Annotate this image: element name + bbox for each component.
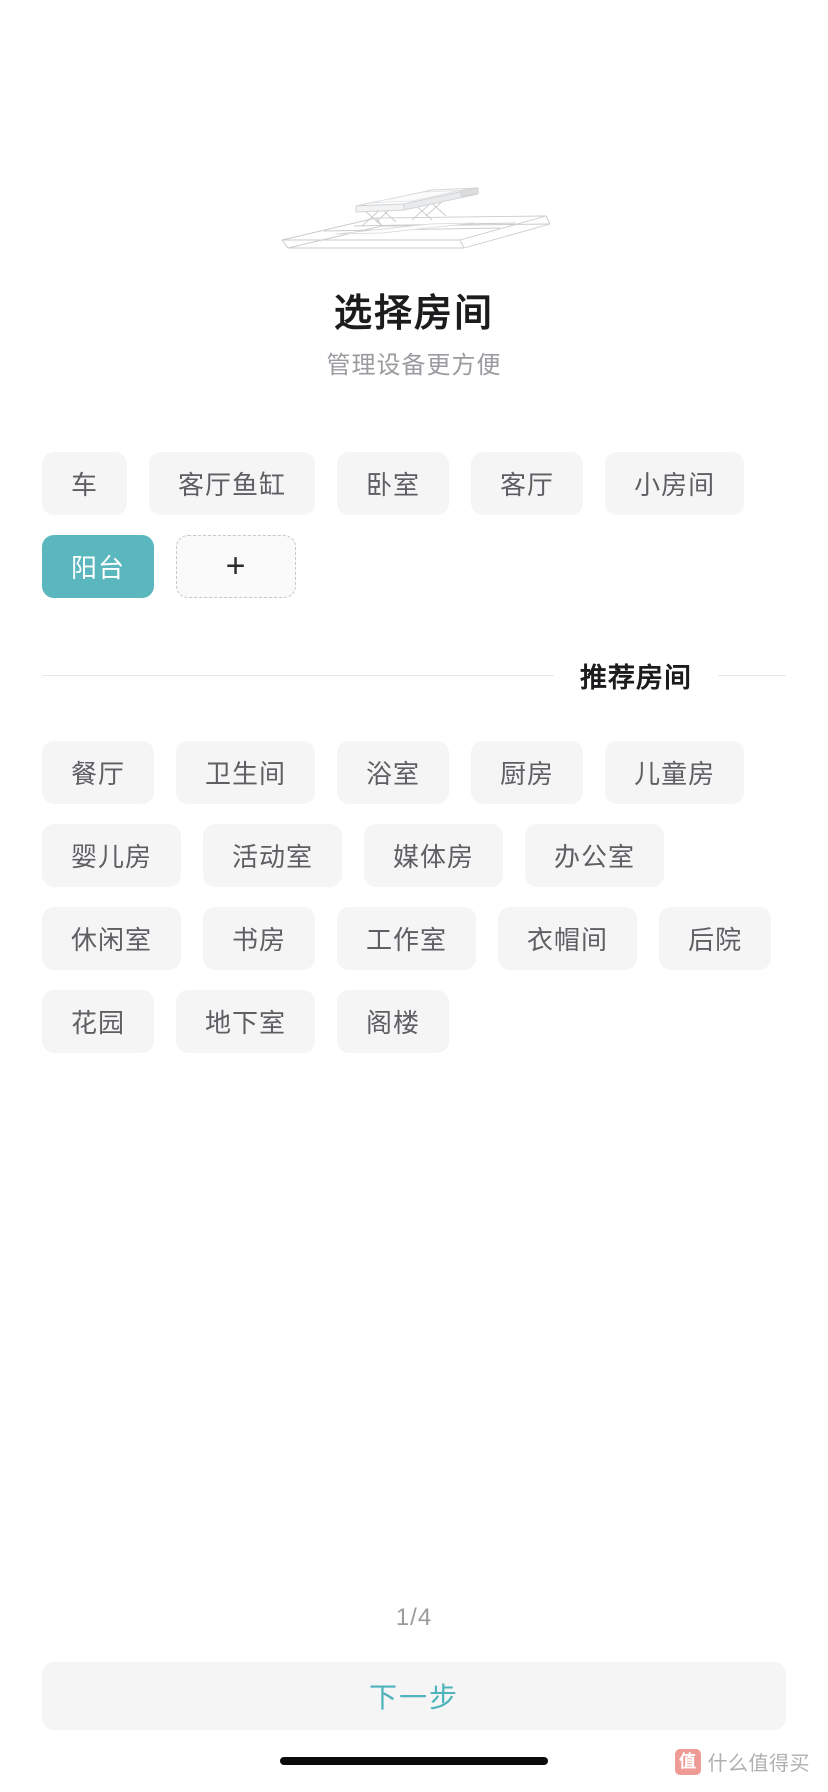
room-chip-label: 休闲室 [71,925,153,956]
room-chip-label: 婴儿房 [71,842,153,873]
room-chip-label: 后院 [688,925,743,956]
room-chip[interactable]: 客厅 [471,452,584,516]
next-button-container: 下一步 [0,1662,828,1730]
room-chip-label: 书房 [232,925,287,956]
my-rooms-section: 车 客厅鱼缸 卧室 客厅 小房间阳台 + [0,452,828,599]
room-chip[interactable]: 阳台 [42,535,155,599]
room-chip-label: 车 [71,470,99,501]
room-chip-label: 客厅 [500,470,555,501]
room-chip-label: 阳台 [71,553,126,584]
room-chip[interactable]: 地下室 [176,990,316,1054]
room-selection-screen: 选择房间 管理设备更方便 车 客厅鱼缸 卧室 客厅 小房间阳台 + 推荐房间 餐厅 卫生间 浴… [0,0,828,1792]
room-chip-label: 工作室 [366,925,448,956]
room-chip[interactable]: 办公室 [525,824,665,888]
room-chip[interactable]: 休闲室 [42,907,182,971]
room-chip[interactable]: 阁楼 [337,990,450,1054]
room-chip[interactable]: 车 [42,452,128,516]
watermark: 值 什么值得买 [674,1747,811,1776]
room-chip-label: 餐厅 [71,759,126,790]
recommended-section-label: 推荐房间 [580,663,692,694]
divider-rule-left [42,675,554,677]
room-chip[interactable]: 后院 [659,907,772,971]
recommended-chip-list: 餐厅 卫生间 浴室 厨房 儿童房婴儿房 活动室 媒体房 办公室休闲室 书房 工作室 衣帽间 后院花园 地… [42,741,786,1054]
clothes-drying-rack-icon [281,187,551,249]
room-chip-label: 小房间 [634,470,716,501]
flex-spacer [0,1053,828,1604]
watermark-text: 什么值得买 [707,1753,810,1775]
room-chip-label: 厨房 [500,759,555,790]
room-chip-label: 花园 [71,1008,126,1039]
page-subtitle: 管理设备更方便 [326,351,502,379]
room-chip-label: 阁楼 [366,1008,421,1039]
room-chip[interactable]: 衣帽间 [498,907,638,971]
device-illustration-container [0,0,828,268]
page-title: 选择房间 [333,293,494,335]
room-chip[interactable]: 工作室 [337,907,477,971]
recommended-rooms-section: 餐厅 卫生间 浴室 厨房 儿童房婴儿房 活动室 媒体房 办公室休闲室 书房 工作室 衣帽间 后院花园 地… [0,741,828,1054]
room-chip-label: 卫生间 [205,759,287,790]
room-chip[interactable]: 活动室 [203,824,343,888]
room-chip-label: 活动室 [232,842,314,873]
divider-rule-right [718,675,786,677]
room-chip-label: 衣帽间 [527,925,609,956]
room-chip[interactable]: 卫生间 [176,741,316,805]
next-button[interactable]: 下一步 [42,1662,786,1730]
add-room-button[interactable]: + [176,535,297,599]
room-chip[interactable]: 小房间 [605,452,745,516]
recommended-divider: 推荐房间 [0,656,828,695]
room-chip[interactable]: 客厅鱼缸 [149,452,316,516]
room-chip[interactable]: 餐厅 [42,741,155,805]
room-chip[interactable]: 儿童房 [605,741,745,805]
room-chip[interactable]: 花园 [42,990,155,1054]
room-chip[interactable]: 厨房 [471,741,584,805]
room-chip-label: 儿童房 [634,759,716,790]
room-chip[interactable]: 浴室 [337,741,450,805]
title-block: 选择房间 管理设备更方便 [0,292,828,380]
room-chip-label: 卧室 [366,470,421,501]
home-indicator[interactable] [280,1757,548,1765]
room-chip-label: 客厅鱼缸 [178,470,287,501]
room-chip-label: 媒体房 [393,842,475,873]
room-chip[interactable]: 书房 [203,907,316,971]
my-rooms-chip-list: 车 客厅鱼缸 卧室 客厅 小房间阳台 + [42,452,786,599]
room-chip-label: 地下室 [205,1008,287,1039]
room-chip[interactable]: 卧室 [337,452,450,516]
watermark-badge-icon: 值 [674,1748,701,1775]
room-chip-label: 办公室 [554,842,636,873]
step-pager: 1/4 [395,1604,433,1631]
room-chip-label: 浴室 [366,759,421,790]
room-chip[interactable]: 婴儿房 [42,824,182,888]
room-chip[interactable]: 媒体房 [364,824,504,888]
plus-icon: + [225,546,247,585]
